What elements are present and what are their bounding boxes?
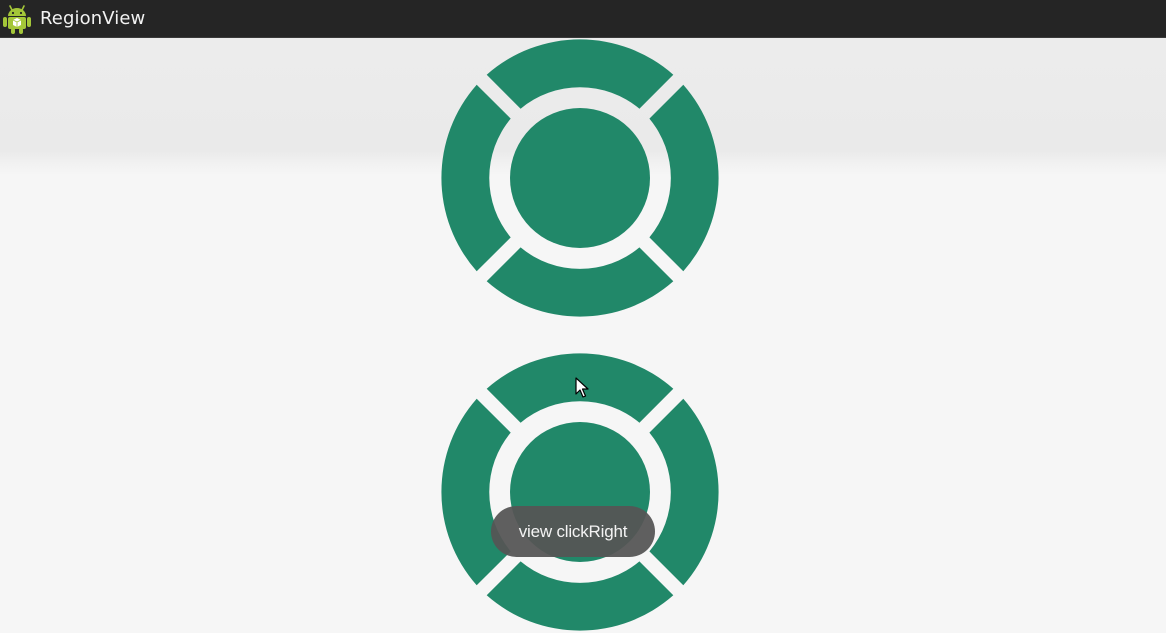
toast-message: view clickRight — [491, 506, 655, 557]
region-segment-bottom[interactable] — [486, 561, 674, 631]
app-title: RegionView — [40, 8, 146, 29]
region-segment-center[interactable] — [510, 108, 650, 248]
region-segment-bottom[interactable] — [486, 247, 674, 317]
region-view-1 — [439, 37, 721, 319]
action-bar: RegionView — [0, 0, 1166, 38]
region-segment-top[interactable] — [486, 39, 674, 109]
region-segment-left[interactable] — [441, 84, 511, 272]
region-segment-right[interactable] — [649, 398, 719, 586]
region-segment-left[interactable] — [441, 398, 511, 586]
mouse-cursor-icon — [575, 377, 589, 398]
region-segment-right[interactable] — [649, 84, 719, 272]
android-robot-icon[interactable] — [1, 3, 33, 35]
